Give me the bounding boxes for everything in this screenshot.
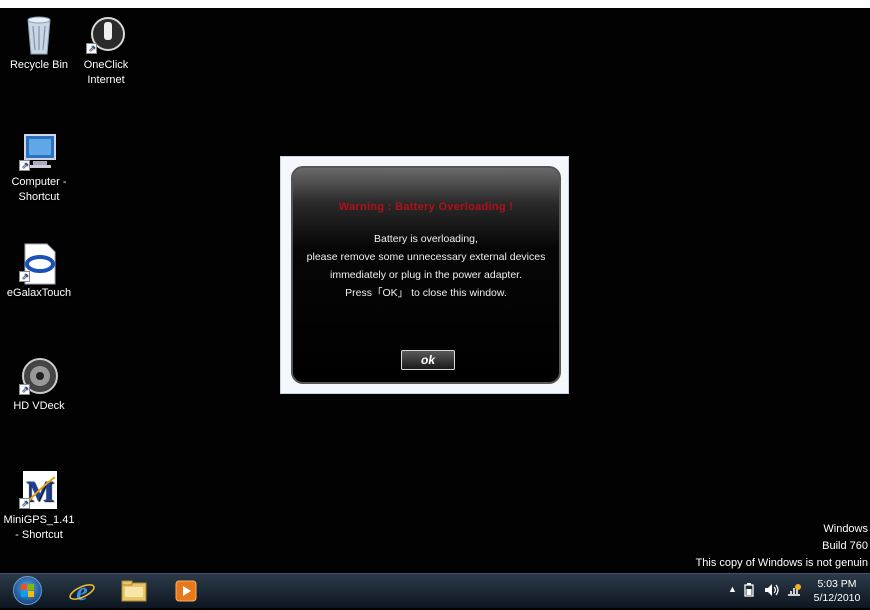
- windows-watermark-line3: This copy of Windows is not genuin: [695, 557, 868, 569]
- volume-icon[interactable]: [764, 583, 780, 597]
- dialog-message-line: please remove some unnecessary external …: [306, 251, 546, 263]
- internet-explorer-icon: e: [69, 577, 95, 606]
- dialog-message-line: Press「OK」 to close this window.: [345, 287, 507, 299]
- desktop-icon-label-line1: Computer -: [11, 176, 67, 188]
- shortcut-arrow-icon: ↗: [86, 43, 97, 54]
- network-icon[interactable]: [786, 583, 802, 597]
- dialog-message-line: immediately or plug in the power adapter…: [329, 269, 523, 281]
- egalaxtouch-icon: ↗: [19, 242, 59, 285]
- desktop-icon-computer[interactable]: ↗ Computer - Shortcut: [2, 131, 76, 205]
- computer-icon: ↗: [19, 131, 59, 171]
- ok-button[interactable]: ok: [401, 350, 455, 370]
- desktop-icon-label-line1: OneClick: [83, 59, 129, 71]
- desktop-icon-egalaxtouch[interactable]: ↗ eGalaxTouch: [2, 242, 76, 301]
- shortcut-arrow-icon: ↗: [19, 271, 30, 282]
- minigps-icon: M ↗: [19, 469, 59, 509]
- windows-logo-icon: [21, 584, 34, 597]
- start-button[interactable]: [13, 576, 42, 605]
- windows-watermark-line1: Windows: [823, 523, 868, 535]
- shortcut-arrow-icon: ↗: [19, 498, 30, 509]
- shortcut-arrow-icon: ↗: [19, 160, 30, 171]
- shortcut-arrow-icon: ↗: [19, 384, 30, 395]
- recycle-bin-icon: [19, 14, 59, 55]
- windows-watermark-line2: Build 760: [822, 540, 868, 552]
- desktop-icon-label-line2: - Shortcut: [15, 529, 63, 541]
- dialog-message: Battery is overloading, please remove so…: [293, 230, 559, 302]
- taskbar-media-player[interactable]: [171, 577, 201, 605]
- battery-icon[interactable]: [744, 583, 754, 597]
- desktop-icon-label: Recycle Bin: [9, 59, 69, 71]
- show-hidden-icons-icon[interactable]: ▲: [728, 584, 737, 594]
- desktop-icon-label: HD VDeck: [13, 400, 65, 412]
- desktop-icon-recycle-bin[interactable]: Recycle Bin: [2, 14, 76, 73]
- desktop-icon-label-line2: Shortcut: [18, 191, 60, 203]
- desktop: Recycle Bin ↗ OneClick Internet ↗ Comput…: [0, 0, 870, 607]
- taskbar-file-explorer[interactable]: [119, 577, 149, 605]
- dialog-message-line: Battery is overloading,: [374, 233, 478, 245]
- top-strip: [0, 0, 870, 8]
- clock-time: 5:03 PM: [817, 578, 857, 590]
- dialog-title: Warning : Battery Overloading !: [338, 201, 514, 213]
- desktop-icon-label: eGalaxTouch: [6, 287, 72, 299]
- taskbar-internet-explorer[interactable]: e: [67, 577, 97, 606]
- taskbar: e ▲ 5:03 PM 5/12/2010: [0, 573, 870, 608]
- svg-text:e: e: [76, 577, 88, 605]
- desktop-icon-oneclick-internet[interactable]: ↗ OneClick Internet: [69, 14, 143, 88]
- oneclick-internet-icon: ↗: [86, 14, 126, 54]
- clock-date: 5/12/2010: [813, 592, 861, 604]
- desktop-icon-label-line2: Internet: [87, 74, 125, 86]
- taskbar-clock[interactable]: 5:03 PM 5/12/2010: [808, 577, 866, 605]
- desktop-icon-hd-vdeck[interactable]: ↗ HD VDeck: [2, 355, 76, 414]
- hd-vdeck-icon: ↗: [19, 355, 59, 395]
- media-player-icon: [175, 580, 197, 602]
- folder-icon: [121, 580, 147, 602]
- warning-dialog: Warning : Battery Overloading ! Battery …: [291, 166, 561, 384]
- desktop-icon-label-line1: MiniGPS_1.41: [3, 514, 75, 526]
- desktop-icon-minigps[interactable]: M ↗ MiniGPS_1.41 - Shortcut: [2, 469, 76, 543]
